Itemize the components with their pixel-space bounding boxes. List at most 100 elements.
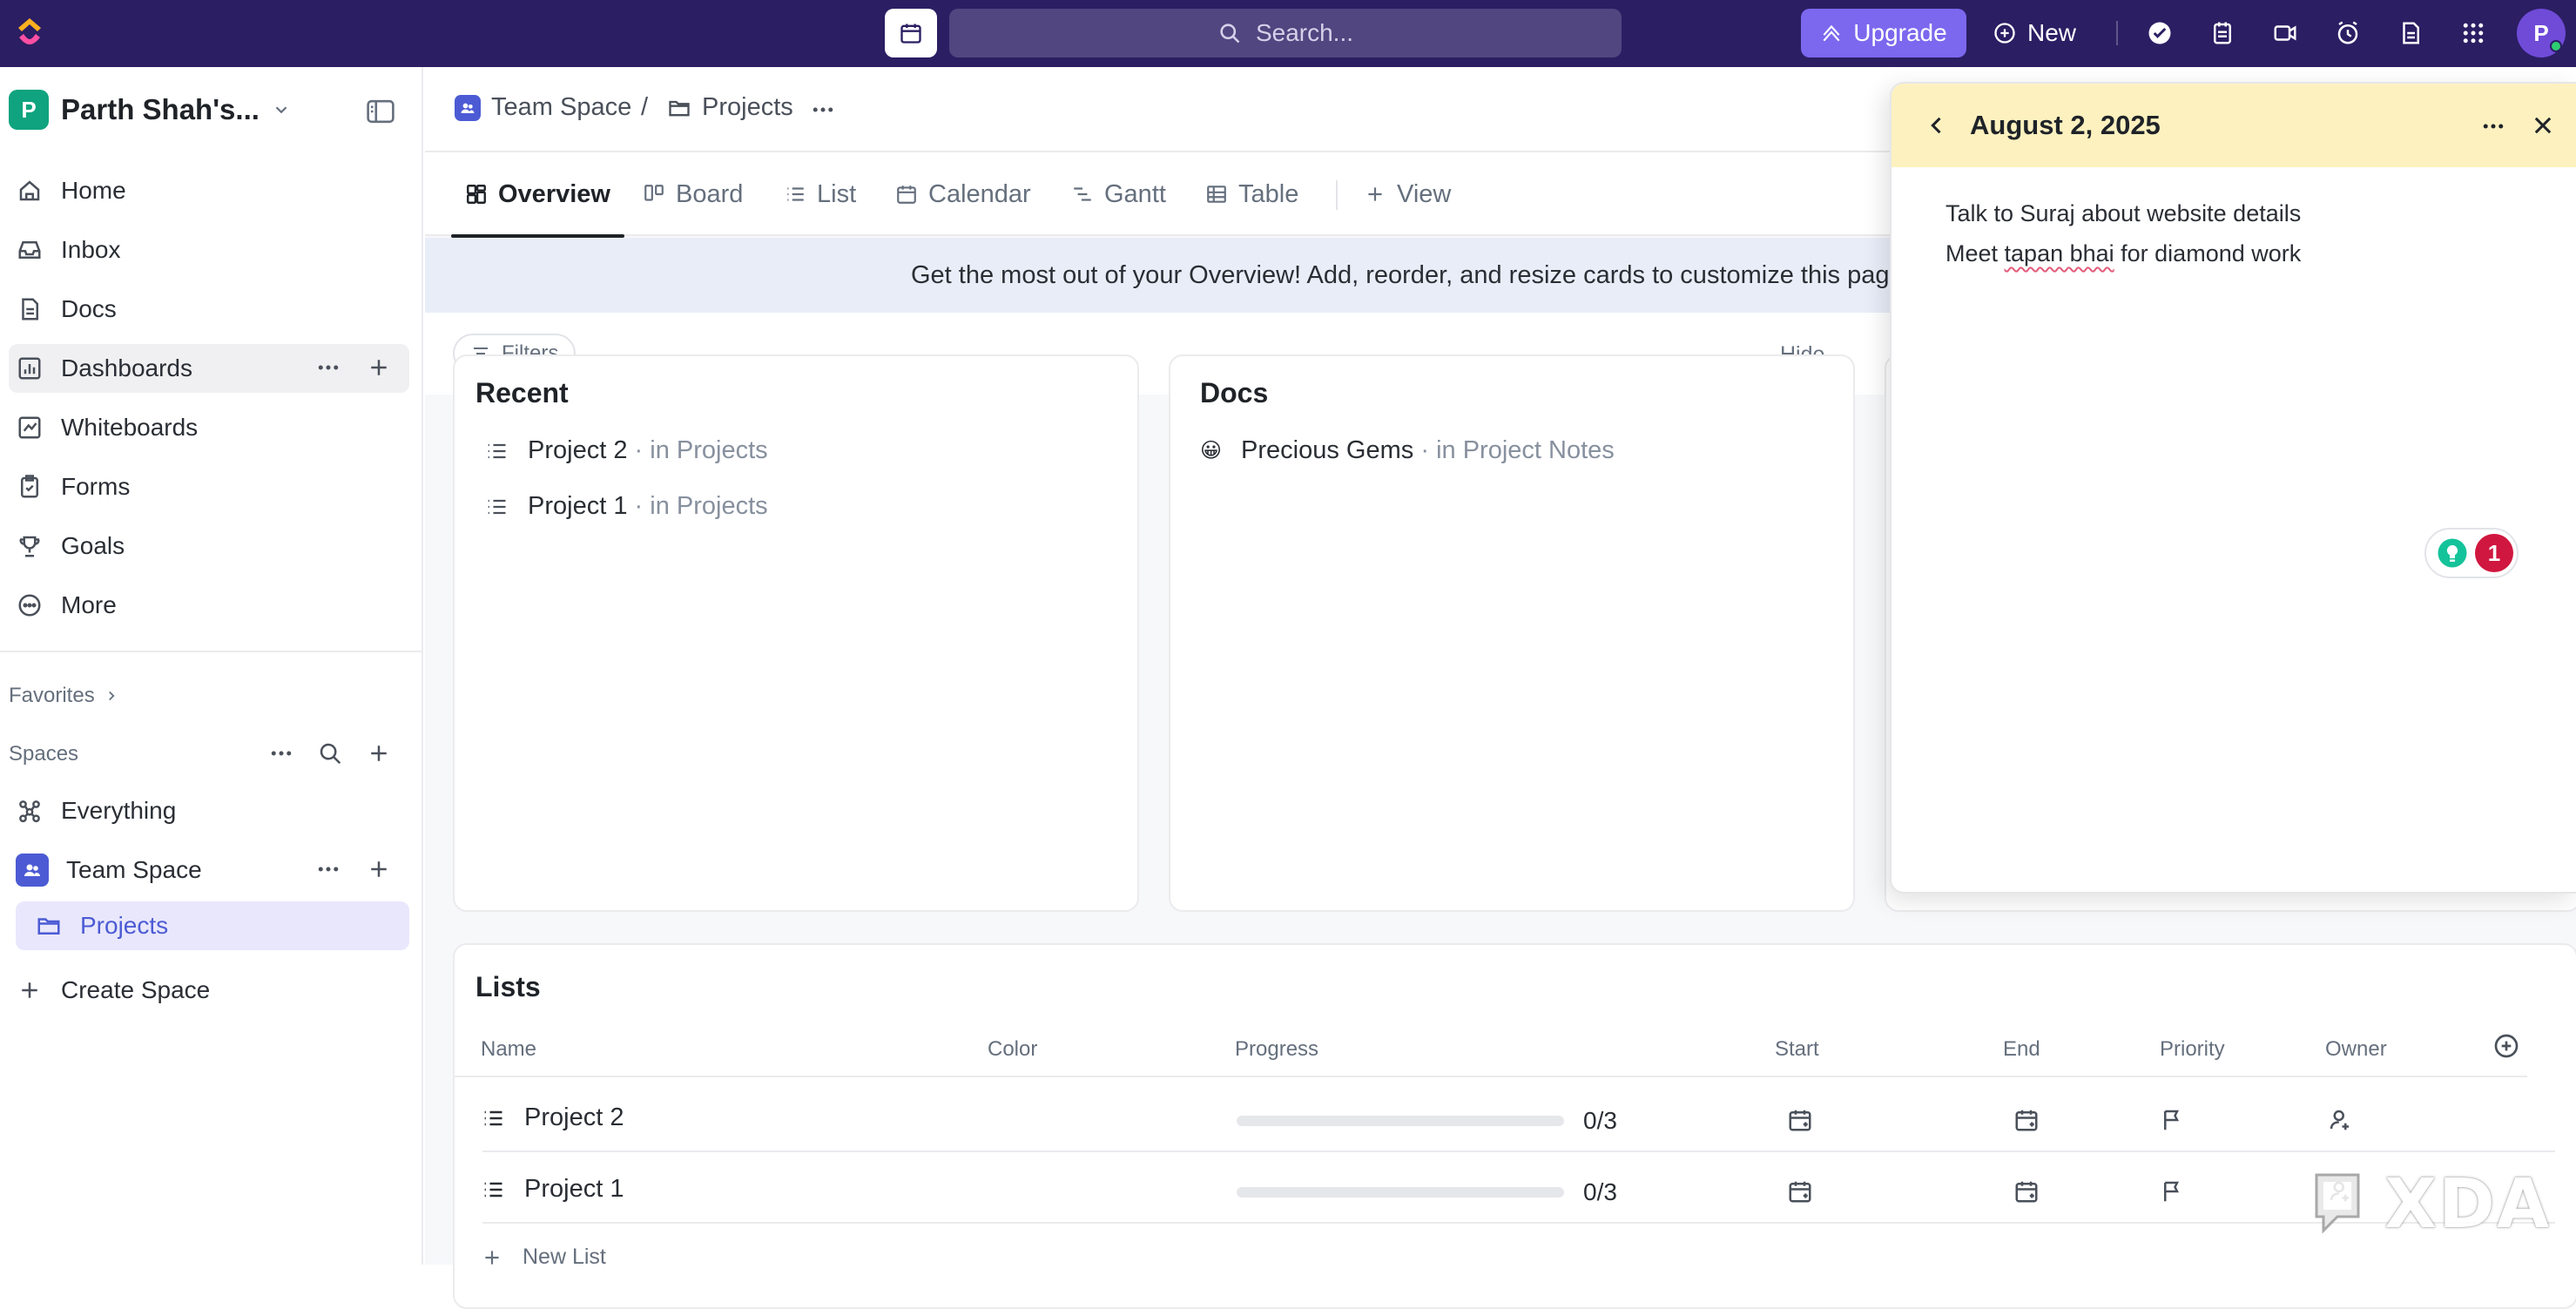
forms-icon <box>16 473 44 501</box>
lists-card-title: Lists <box>475 971 541 1002</box>
list-icon <box>484 439 509 463</box>
sidebar-collapse-icon[interactable] <box>366 98 395 125</box>
sidebar-item-team-space[interactable]: Team Space <box>9 846 409 894</box>
sidebar-item-whiteboards[interactable]: Whiteboards <box>9 403 409 452</box>
chevron-down-icon <box>272 100 291 119</box>
add-icon[interactable] <box>366 354 392 381</box>
tab-gantt[interactable]: Gantt <box>1071 152 1166 236</box>
column-header[interactable]: End <box>2003 1037 2040 1062</box>
apps-grid-icon[interactable] <box>2458 17 2489 49</box>
note-text-line[interactable]: Talk to Suraj about website details <box>1945 200 2301 227</box>
sidebar-item-goals[interactable]: Goals <box>9 522 409 570</box>
list-icon <box>481 1106 505 1130</box>
column-header[interactable]: Progress <box>1235 1037 1318 1062</box>
folder-icon <box>667 96 691 120</box>
spaces-add-icon[interactable] <box>366 740 392 766</box>
row-name: Project 1 <box>524 1175 624 1203</box>
sidebar-item-projects[interactable]: Projects <box>16 901 409 950</box>
tab-label: Board <box>676 179 744 208</box>
column-header[interactable]: Priority <box>2160 1037 2225 1062</box>
sidebar-item-everything[interactable]: Everything <box>9 786 409 835</box>
clickup-logo-icon[interactable] <box>14 17 45 48</box>
breadcrumb-projects[interactable]: Projects <box>667 93 793 122</box>
sidebar-item-inbox[interactable]: Inbox <box>9 226 409 274</box>
tab-board[interactable]: Board <box>643 152 743 236</box>
notepad-icon[interactable] <box>2207 17 2238 49</box>
sidebar-item-dashboards[interactable]: Dashboards <box>9 344 409 393</box>
new-list-button[interactable]: New List <box>481 1245 606 1270</box>
team-space-more-icon[interactable] <box>315 856 341 882</box>
spaces-search-icon[interactable] <box>317 740 343 766</box>
close-icon[interactable] <box>2531 113 2555 138</box>
calendar-icon[interactable] <box>885 9 937 57</box>
search-bar[interactable]: Search... <box>949 9 1622 57</box>
note-more-icon[interactable] <box>2480 113 2506 139</box>
sidebar-item-home[interactable]: Home <box>9 166 409 215</box>
alarm-clock-icon[interactable] <box>2332 17 2364 49</box>
breadcrumb-more-icon[interactable] <box>810 97 836 123</box>
lists-card: Lists Name Color Progress Start End Prio… <box>453 943 2576 1309</box>
add-column-icon[interactable] <box>2492 1032 2520 1060</box>
list-item[interactable]: Project 1 · in Projects <box>484 492 768 521</box>
sidebar-item-more[interactable]: More <box>9 581 409 630</box>
search-icon <box>1217 21 1242 45</box>
column-header[interactable]: Name <box>481 1037 536 1062</box>
sidebar-item-label: Everything <box>61 797 177 824</box>
whiteboard-icon <box>16 414 44 442</box>
priority-flag-icon[interactable] <box>2160 1178 2186 1204</box>
upgrade-label: Upgrade <box>1853 19 1947 46</box>
workspace-switcher[interactable]: P Parth Shah's... <box>9 88 291 132</box>
sidebar-item-docs[interactable]: Docs <box>9 285 409 334</box>
sidebar: P Parth Shah's... Home Inbox Docs Dashbo… <box>0 67 423 1265</box>
column-header[interactable]: Start <box>1775 1037 1819 1062</box>
tab-overview[interactable]: Overview <box>451 152 624 238</box>
favorites-section[interactable]: Favorites <box>9 684 119 708</box>
upgrade-button[interactable]: Upgrade <box>1801 9 1966 57</box>
note-text-line[interactable]: Meet tapan bhai for diamond work <box>1945 240 2301 267</box>
spelling-flagged-text[interactable]: tapan bhai <box>2005 240 2114 267</box>
more-options-icon[interactable] <box>315 354 341 381</box>
assign-owner-icon[interactable] <box>2327 1107 2353 1133</box>
check-circle-icon[interactable] <box>2144 17 2175 49</box>
recent-card: Recent Project 2 · in Projects Project 1… <box>453 354 1139 912</box>
spaces-more-icon[interactable] <box>268 740 294 766</box>
back-chevron-icon[interactable] <box>1925 113 1949 138</box>
column-header[interactable]: Owner <box>2325 1037 2387 1062</box>
sidebar-item-forms[interactable]: Forms <box>9 462 409 511</box>
notepad-header: August 2, 2025 <box>1892 84 2576 167</box>
tab-list[interactable]: List <box>784 152 856 236</box>
tab-table[interactable]: Table <box>1205 152 1298 236</box>
favorites-label: Favorites <box>9 684 95 707</box>
user-avatar[interactable]: P <box>2517 9 2566 57</box>
tab-calendar[interactable]: Calendar <box>895 152 1031 236</box>
breadcrumb-team-space[interactable]: Team Space <box>455 93 631 122</box>
end-date-icon[interactable] <box>2013 1107 2040 1133</box>
progress-label: 0/3 <box>1583 1178 1617 1205</box>
sidebar-divider <box>0 651 421 652</box>
start-date-icon[interactable] <box>1787 1178 1813 1204</box>
video-icon[interactable] <box>2269 17 2301 49</box>
grammarly-widget[interactable]: 1 <box>2424 528 2519 578</box>
table-divider <box>482 1150 2555 1152</box>
column-header[interactable]: Color <box>988 1037 1037 1062</box>
note-date: August 2, 2025 <box>1970 110 2161 140</box>
inbox-icon <box>16 236 44 264</box>
start-date-icon[interactable] <box>1787 1107 1813 1133</box>
end-date-icon[interactable] <box>2013 1178 2040 1204</box>
team-space-add-icon[interactable] <box>366 856 392 882</box>
sidebar-item-label: Docs <box>61 295 117 322</box>
table-divider <box>482 1222 2555 1224</box>
create-space-button[interactable]: Create Space <box>9 966 409 1015</box>
xda-watermark: XDA <box>2310 1165 2551 1244</box>
document-icon[interactable] <box>2395 17 2426 49</box>
table-row-name[interactable]: Project 2 <box>481 1103 624 1132</box>
create-space-label: Create Space <box>61 976 211 1003</box>
sidebar-item-label: More <box>61 591 117 618</box>
priority-flag-icon[interactable] <box>2160 1107 2186 1133</box>
new-button[interactable]: New <box>1993 9 2088 57</box>
sidebar-item-label: Projects <box>80 912 169 939</box>
table-row-name[interactable]: Project 1 <box>481 1175 624 1204</box>
add-view-button[interactable]: View <box>1364 152 1451 236</box>
list-item[interactable]: 😀 Precious Gems · in Project Notes <box>1200 436 1615 465</box>
list-item[interactable]: Project 2 · in Projects <box>484 436 768 465</box>
